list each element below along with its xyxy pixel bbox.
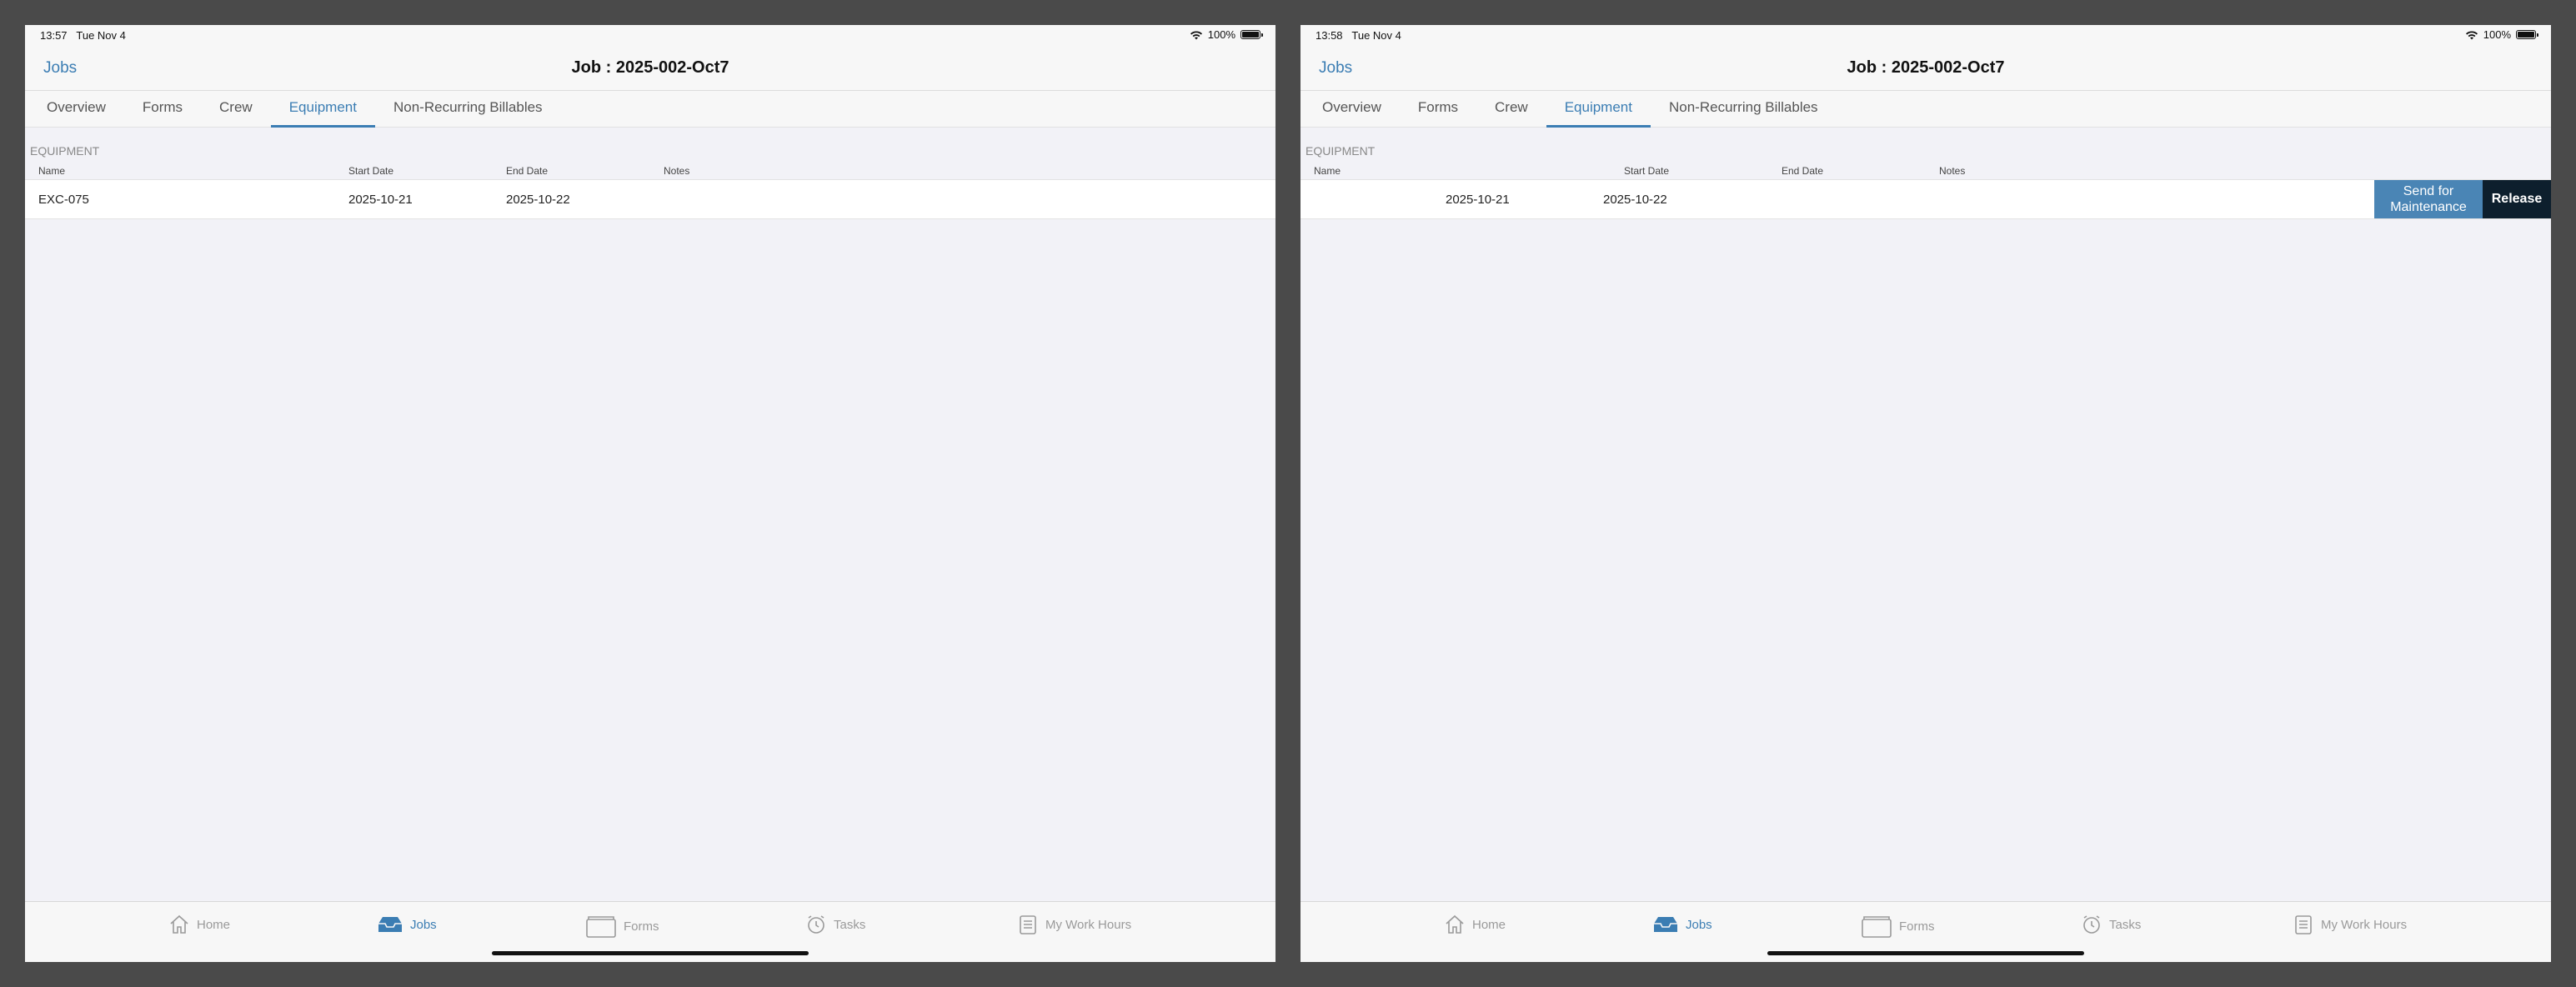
- battery-percent: 100%: [1207, 28, 1235, 41]
- navigation-bar: Jobs Job : 2025-002-Oct7: [1301, 45, 2551, 91]
- tabbar-home[interactable]: Home: [168, 914, 230, 935]
- release-button[interactable]: Release: [2483, 180, 2551, 218]
- section-title: EQUIPMENT: [1306, 144, 1376, 158]
- home-indicator[interactable]: [492, 951, 809, 955]
- equipment-start-date: 2025-10-21: [348, 193, 413, 207]
- tabbar-jobs-label: Jobs: [410, 917, 437, 932]
- inbox-tray-icon: [378, 917, 402, 932]
- column-notes: Notes: [664, 165, 690, 177]
- tabbar-forms[interactable]: Forms: [585, 914, 659, 939]
- equipment-row[interactable]: EXC-075 2025-10-21 2025-10-22: [25, 179, 1275, 219]
- alarm-clock-icon: [808, 915, 824, 934]
- page-title: Job : 2025-002-Oct7: [1847, 58, 2005, 77]
- home-icon: [1446, 914, 1464, 934]
- equipment-row-swiped[interactable]: 2025-10-21 2025-10-22 Send for Maintenan…: [1301, 179, 2551, 219]
- tab-equipment[interactable]: Equipment: [270, 91, 376, 128]
- home-indicator[interactable]: [1767, 951, 2084, 955]
- tab-non-recurring-billables[interactable]: Non-Recurring Billables: [1651, 91, 1837, 128]
- equipment-end-date: 2025-10-22: [1603, 193, 1667, 207]
- tab-overview[interactable]: Overview: [28, 91, 124, 128]
- ipad-screen-left: 13:57 Tue Nov 4 100% Jobs Job : 2025-002…: [25, 25, 1275, 962]
- battery-icon: [2516, 30, 2538, 39]
- tabbar-tasks[interactable]: Tasks: [805, 914, 865, 935]
- battery-percent: 100%: [2483, 28, 2511, 41]
- swipe-actions: Send for Maintenance Release: [2374, 180, 2551, 218]
- folder-icon: [586, 916, 616, 938]
- tabbar-forms-label: Forms: [1899, 919, 1935, 934]
- document-list-icon: [1020, 915, 1036, 934]
- tab-forms[interactable]: Forms: [1400, 91, 1476, 128]
- tabbar-home-label: Home: [197, 917, 231, 932]
- tabbar-tasks[interactable]: Tasks: [2081, 914, 2141, 935]
- tabbar-jobs[interactable]: Jobs: [1652, 914, 1712, 935]
- bottom-tab-bar: Home Jobs Forms Tasks My Work Hours: [1301, 901, 2551, 962]
- status-time: 13:57 Tue Nov 4: [40, 29, 126, 42]
- tabbar-forms[interactable]: Forms: [1861, 914, 1935, 939]
- column-headers: Name Start Date End Date Notes: [1301, 161, 2551, 179]
- alarm-clock-icon: [2083, 915, 2100, 934]
- tab-equipment[interactable]: Equipment: [1546, 91, 1651, 128]
- tab-overview[interactable]: Overview: [1304, 91, 1400, 128]
- tabbar-tasks-label: Tasks: [834, 917, 866, 932]
- ipad-screen-right: 13:58 Tue Nov 4 100% Jobs Job : 2025-002…: [1301, 25, 2551, 962]
- tab-forms[interactable]: Forms: [124, 91, 201, 128]
- column-end-date: End Date: [1782, 165, 1824, 177]
- tabbar-my-work-hours[interactable]: My Work Hours: [1017, 914, 1131, 935]
- section-title: EQUIPMENT: [30, 144, 100, 158]
- column-start-date: Start Date: [1624, 165, 1670, 177]
- tab-crew[interactable]: Crew: [1476, 91, 1546, 128]
- status-bar: 13:57 Tue Nov 4 100%: [25, 25, 1275, 45]
- navigation-bar: Jobs Job : 2025-002-Oct7: [25, 45, 1275, 91]
- tabbar-jobs-label: Jobs: [1686, 917, 1712, 932]
- column-name: Name: [1314, 165, 1341, 177]
- equipment-name: EXC-075: [38, 193, 89, 207]
- status-right: 100%: [2465, 28, 2538, 41]
- column-name: Name: [38, 165, 66, 177]
- tabbar-home-label: Home: [1472, 917, 1506, 932]
- column-end-date: End Date: [506, 165, 549, 177]
- equipment-start-date: 2025-10-21: [1446, 193, 1510, 207]
- segment-tabs: Overview Forms Crew Equipment Non-Recurr…: [1301, 91, 2551, 128]
- page-title: Job : 2025-002-Oct7: [571, 58, 729, 77]
- folder-icon: [1862, 916, 1892, 938]
- column-headers: Name Start Date End Date Notes: [25, 161, 1275, 179]
- status-right: 100%: [1190, 28, 1263, 41]
- wifi-icon: [2465, 30, 2478, 39]
- tabbar-jobs[interactable]: Jobs: [377, 914, 437, 935]
- tab-non-recurring-billables[interactable]: Non-Recurring Billables: [375, 91, 561, 128]
- column-start-date: Start Date: [348, 165, 394, 177]
- tabbar-home[interactable]: Home: [1444, 914, 1506, 935]
- segment-tabs: Overview Forms Crew Equipment Non-Recurr…: [25, 91, 1275, 128]
- tabbar-tasks-label: Tasks: [2109, 917, 2142, 932]
- tabbar-forms-label: Forms: [624, 919, 659, 934]
- tabbar-my-work-hours[interactable]: My Work Hours: [2293, 914, 2407, 935]
- column-notes: Notes: [1939, 165, 1966, 177]
- inbox-tray-icon: [1654, 917, 1677, 932]
- equipment-end-date: 2025-10-22: [506, 193, 570, 207]
- tabbar-my-work-hours-label: My Work Hours: [1045, 917, 1132, 932]
- send-for-maintenance-button[interactable]: Send for Maintenance: [2374, 180, 2483, 218]
- tab-crew[interactable]: Crew: [201, 91, 271, 128]
- home-icon: [170, 914, 188, 934]
- document-list-icon: [2295, 915, 2312, 934]
- status-bar: 13:58 Tue Nov 4 100%: [1301, 25, 2551, 45]
- status-time: 13:58 Tue Nov 4: [1316, 29, 1401, 42]
- battery-icon: [1240, 30, 1263, 39]
- bottom-tab-bar: Home Jobs Forms Tasks My Work Hours: [25, 901, 1275, 962]
- wifi-icon: [1190, 30, 1202, 39]
- tabbar-my-work-hours-label: My Work Hours: [2321, 917, 2408, 932]
